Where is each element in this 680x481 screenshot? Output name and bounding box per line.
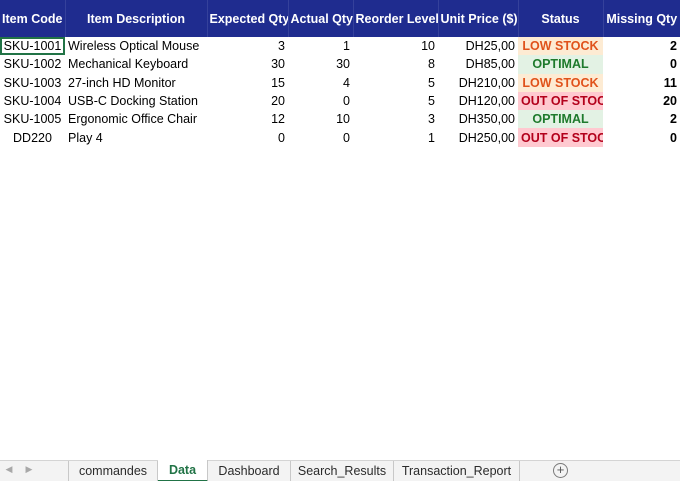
table-row: SKU-1005 Ergonomic Office Chair 12 10 3 DH350… xyxy=(0,110,680,129)
cell-reorder-level[interactable]: 8 xyxy=(353,55,438,73)
table-row: SKU-1003 27-inch HD Monitor 15 4 5 DH210,00 LO… xyxy=(0,73,680,92)
cell-status[interactable]: LOW STOCK xyxy=(518,73,603,92)
cell-expected-qty[interactable]: 15 xyxy=(207,74,288,92)
cell-expected-qty[interactable]: 20 xyxy=(207,92,288,110)
header-row: Item Code Item Description Expected Qty … xyxy=(0,0,680,37)
cell-item-description[interactable]: Play 4 xyxy=(65,128,207,146)
header-unit-price[interactable]: Unit Price ($) xyxy=(437,0,518,37)
header-reorder-level[interactable]: Reorder Level xyxy=(352,0,438,37)
cell-item-code[interactable]: SKU-1005 xyxy=(0,110,65,128)
cell-expected-qty[interactable]: 12 xyxy=(207,110,288,128)
tab-data[interactable]: Data xyxy=(158,460,208,481)
cell-reorder-level[interactable]: 5 xyxy=(353,92,438,110)
cell-expected-qty[interactable]: 3 xyxy=(207,37,288,55)
cell-actual-qty[interactable]: 10 xyxy=(288,110,353,128)
cell-item-code[interactable]: SKU-1003 xyxy=(0,74,65,92)
cell-missing-qty[interactable]: 0 xyxy=(603,55,680,73)
cell-item-description[interactable]: 27-inch HD Monitor xyxy=(65,74,207,92)
cell-missing-qty[interactable]: 0 xyxy=(603,128,680,146)
spreadsheet-grid[interactable]: Item Code Item Description Expected Qty … xyxy=(0,0,680,460)
table-row: SKU-1002 Mechanical Keyboard 30 30 8 DH85,00 O… xyxy=(0,55,680,74)
cell-actual-qty[interactable]: 0 xyxy=(288,128,353,146)
cell-expected-qty[interactable]: 30 xyxy=(207,55,288,73)
cell-unit-price[interactable]: DH25,00 xyxy=(438,37,518,55)
header-item-description[interactable]: Item Description xyxy=(64,0,207,37)
cell-item-code[interactable]: DD220 xyxy=(0,128,65,146)
cell-reorder-level[interactable]: 10 xyxy=(353,37,438,55)
table-row: DD220Play 4001DH250,00OUT OF STOCK0 xyxy=(0,128,680,147)
cell-missing-qty[interactable]: 11 xyxy=(603,74,680,92)
cell-actual-qty[interactable]: 1 xyxy=(288,37,353,55)
cell-item-description[interactable]: Wireless Optical Mouse xyxy=(65,37,207,55)
cell-missing-qty[interactable]: 20 xyxy=(603,92,680,110)
cell-item-code[interactable]: SKU-1002 xyxy=(0,55,65,73)
cell-status[interactable]: OUT OF STOCK xyxy=(518,91,603,111)
tab-transaction-report[interactable]: Transaction_Report xyxy=(394,461,520,481)
cell-item-description[interactable]: Mechanical Keyboard xyxy=(65,55,207,73)
cell-unit-price[interactable]: DH85,00 xyxy=(438,55,518,73)
cell-status[interactable]: OUT OF STOCK xyxy=(518,128,603,147)
cell-status[interactable]: LOW STOCK xyxy=(518,37,603,56)
header-missing-qty[interactable]: Missing Qty xyxy=(602,0,680,37)
cell-item-code[interactable]: SKU-1001 xyxy=(0,37,65,56)
cell-actual-qty[interactable]: 30 xyxy=(288,55,353,73)
plus-circle-icon[interactable]: + xyxy=(553,463,568,478)
cell-unit-price[interactable]: DH120,00 xyxy=(438,92,518,110)
header-status[interactable]: Status xyxy=(517,0,603,37)
cell-reorder-level[interactable]: 1 xyxy=(353,128,438,146)
table-row: SKU-1004 USB-C Docking Station 20 0 5 DH120,0… xyxy=(0,91,680,111)
header-actual-qty[interactable]: Actual Qty xyxy=(287,0,353,37)
cell-missing-qty[interactable]: 2 xyxy=(603,37,680,55)
header-item-code[interactable]: Item Code xyxy=(0,0,65,37)
inventory-table: Item Code Item Description Expected Qty … xyxy=(0,0,680,147)
cell-item-description[interactable]: USB-C Docking Station xyxy=(65,92,207,110)
cell-actual-qty[interactable]: 0 xyxy=(288,92,353,110)
cell-actual-qty[interactable]: 4 xyxy=(288,74,353,92)
cell-unit-price[interactable]: DH350,00 xyxy=(438,110,518,128)
cell-reorder-level[interactable]: 5 xyxy=(353,74,438,92)
cell-status[interactable]: OPTIMAL xyxy=(518,55,603,74)
table-row: SKU-1001 Wireless Optical Mouse 3 1 10 DH25,0… xyxy=(0,37,680,56)
cell-status[interactable]: OPTIMAL xyxy=(518,110,603,129)
cell-unit-price[interactable]: DH210,00 xyxy=(438,74,518,92)
caret-right-icon[interactable]: ▶ xyxy=(22,464,36,475)
tab-dashboard[interactable]: Dashboard xyxy=(208,461,291,481)
sheet-tab-bar: ◀ ▶ commandes Data Dashboard Search_Resu… xyxy=(0,460,680,481)
tab-commandes[interactable]: commandes xyxy=(69,461,158,481)
cell-unit-price[interactable]: DH250,00 xyxy=(438,128,518,146)
cell-item-description[interactable]: Ergonomic Office Chair xyxy=(65,110,207,128)
cell-reorder-level[interactable]: 3 xyxy=(353,110,438,128)
cell-item-code[interactable]: SKU-1004 xyxy=(0,92,65,110)
caret-left-icon[interactable]: ◀ xyxy=(2,464,16,475)
tab-search-results[interactable]: Search_Results xyxy=(291,461,394,481)
cell-expected-qty[interactable]: 0 xyxy=(207,128,288,146)
header-expected-qty[interactable]: Expected Qty xyxy=(206,0,288,37)
cell-missing-qty[interactable]: 2 xyxy=(603,110,680,128)
